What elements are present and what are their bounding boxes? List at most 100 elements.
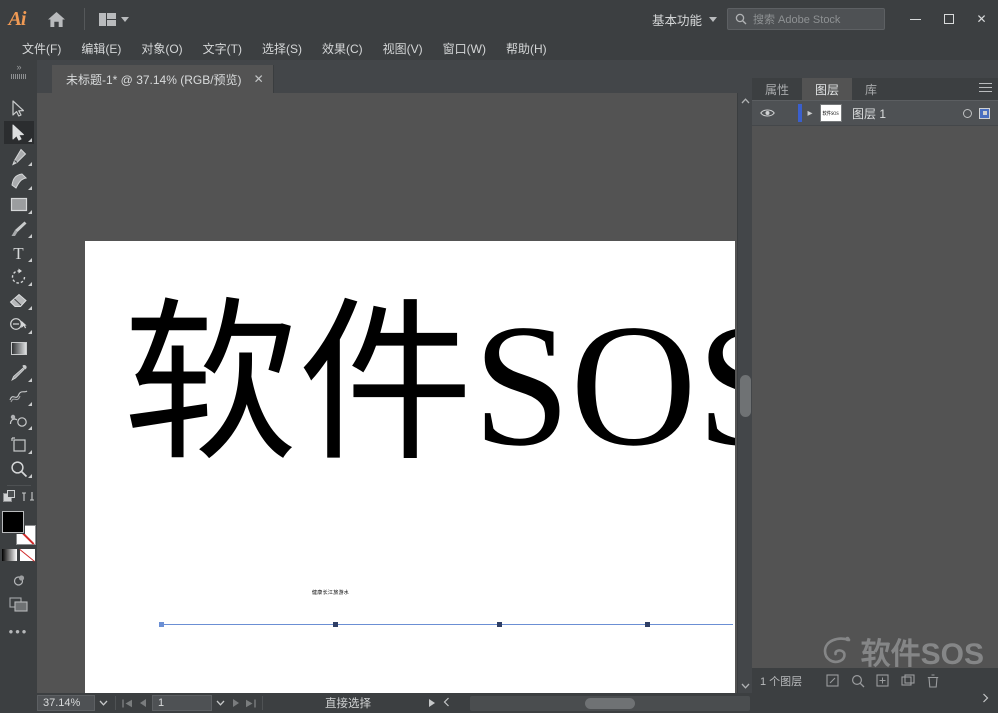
close-icon[interactable]: ✕ (254, 73, 264, 85)
minimize-button[interactable] (899, 0, 932, 38)
trash-icon[interactable] (920, 668, 945, 693)
vertical-scroll-thumb[interactable] (740, 375, 751, 417)
symbol-sprayer-tool[interactable] (4, 409, 34, 432)
rectangle-tool[interactable] (4, 193, 34, 216)
gradient-swatch-button[interactable] (2, 549, 17, 561)
artwork-headline[interactable]: 软件SOS (123, 298, 735, 473)
home-icon[interactable] (34, 0, 78, 38)
next-artboard-icon[interactable] (228, 695, 243, 711)
layer-row[interactable]: ▸ 软件SOS 图层 1 (752, 100, 998, 126)
blend-tool[interactable] (4, 385, 34, 408)
menu-item-view[interactable]: 视图(V) (373, 38, 433, 60)
status-bar: 37.14% 1 直接选择 (0, 693, 998, 713)
maximize-button[interactable] (932, 0, 965, 38)
chevron-down-icon[interactable] (212, 695, 228, 711)
canvas-horizontal-scrollbar[interactable] (470, 696, 750, 711)
eyedropper-tool[interactable] (4, 361, 34, 384)
scroll-right-icon[interactable] (982, 690, 989, 708)
gradient-tool[interactable] (4, 337, 34, 360)
expand-dock-icon[interactable]: » (0, 60, 37, 93)
artboard-tool[interactable] (4, 433, 34, 456)
layers-panel-footer: 1 个图层 (752, 668, 998, 693)
horizontal-scroll-thumb[interactable] (585, 698, 635, 709)
screen-mode-button[interactable] (4, 593, 34, 616)
fill-stroke-swatches (0, 510, 36, 545)
status-divider (115, 696, 116, 710)
none-swatch-button[interactable] (20, 549, 35, 561)
shape-builder-tool[interactable] (4, 313, 34, 336)
arrange-documents-icon[interactable] (91, 0, 137, 38)
more-tools-icon[interactable]: ••• (9, 624, 29, 639)
menu-item-effect[interactable]: 效果(C) (312, 38, 373, 60)
menu-item-object[interactable]: 对象(O) (131, 38, 192, 60)
menu-item-window[interactable]: 窗口(W) (433, 38, 496, 60)
first-artboard-icon[interactable] (120, 695, 135, 711)
type-tool[interactable]: T (4, 241, 34, 264)
menu-item-select[interactable]: 选择(S) (252, 38, 312, 60)
document-tab[interactable]: 未标题-1* @ 37.14% (RGB/预览) ✕ (52, 65, 274, 93)
close-button[interactable]: ✕ (965, 0, 998, 38)
menu-item-help[interactable]: 帮助(H) (496, 38, 557, 60)
last-artboard-icon[interactable] (243, 695, 258, 711)
artboard-number-input[interactable]: 1 (152, 695, 212, 711)
selection-tool[interactable] (4, 97, 34, 120)
title-bar: Ai 基本功能 搜索 Adobe Stock ✕ (0, 0, 998, 38)
path-anchor-point[interactable] (333, 622, 338, 627)
eye-icon[interactable] (752, 108, 782, 118)
curvature-tool[interactable] (4, 169, 34, 192)
new-layer-icon[interactable] (895, 668, 920, 693)
artboard[interactable]: 软件SOS 健康长江旅游水 (85, 241, 735, 693)
pen-tool[interactable] (4, 145, 34, 168)
default-fill-stroke-icon[interactable] (2, 490, 16, 508)
scroll-down-icon[interactable] (738, 678, 753, 693)
selection-indicator[interactable] (979, 107, 990, 119)
color-mode-row (2, 549, 35, 561)
panel-menu-icon[interactable] (979, 83, 992, 95)
path-anchor-point[interactable] (159, 622, 164, 627)
swap-fill-stroke-icon[interactable] (21, 490, 35, 508)
menu-item-file[interactable]: 文件(F) (12, 38, 71, 60)
tab-layers[interactable]: 图层 (802, 78, 853, 100)
illustrator-window: Ai 基本功能 搜索 Adobe Stock ✕ 文件(F) 编辑(E) 对象(… (0, 0, 998, 713)
layer-count-label: 1 个图层 (760, 675, 803, 688)
path-anchor-point[interactable] (497, 622, 502, 627)
path-anchor-point[interactable] (645, 622, 650, 627)
status-back-icon[interactable] (443, 694, 450, 712)
chevron-down-icon[interactable] (95, 695, 111, 711)
layer-thumbnail: 软件SOS (820, 104, 842, 122)
prev-artboard-icon[interactable] (135, 695, 150, 711)
target-icon[interactable] (963, 108, 972, 118)
rotate-tool[interactable] (4, 265, 34, 288)
canvas-vertical-scrollbar[interactable] (737, 93, 752, 693)
tab-libraries[interactable]: 库 (852, 78, 890, 100)
scroll-up-icon[interactable] (738, 93, 753, 108)
toolbar-divider (6, 485, 31, 486)
search-input[interactable]: 搜索 Adobe Stock (727, 8, 885, 30)
canvas-area[interactable]: 软件SOS 健康长江旅游水 (37, 93, 735, 693)
fill-stroke-controls (2, 490, 35, 508)
paintbrush-tool[interactable] (4, 217, 34, 240)
direct-selection-tool[interactable] (3, 121, 34, 144)
layer-name[interactable]: 图层 1 (852, 105, 886, 122)
chevron-right-icon[interactable]: ▸ (802, 108, 818, 119)
clipping-mask-icon[interactable] (845, 668, 870, 693)
tab-properties[interactable]: 属性 (752, 78, 802, 100)
zoom-level-input[interactable]: 37.14% (37, 695, 95, 711)
status-text[interactable]: 直接选择 (325, 695, 371, 711)
drawing-mode-button[interactable] (4, 569, 34, 592)
artwork-small-text[interactable]: 健康长江旅游水 (312, 589, 349, 596)
panel-tab-strip: 属性 图层 库 (752, 78, 998, 100)
workspace-switcher[interactable]: 基本功能 (642, 0, 727, 38)
zoom-tool[interactable] (4, 457, 34, 480)
locate-icon[interactable] (820, 668, 845, 693)
title-bar-right: 基本功能 搜索 Adobe Stock ✕ (642, 0, 998, 38)
new-sublayer-icon[interactable] (870, 668, 895, 693)
status-forward-icon[interactable] (429, 699, 435, 707)
tools-panel: T ••• (0, 93, 37, 693)
eraser-tool[interactable] (4, 289, 34, 312)
search-icon (735, 13, 747, 25)
svg-text:T: T (13, 244, 24, 261)
menu-item-edit[interactable]: 编辑(E) (71, 38, 131, 60)
fill-swatch[interactable] (0, 510, 25, 534)
menu-item-type[interactable]: 文字(T) (193, 38, 252, 60)
